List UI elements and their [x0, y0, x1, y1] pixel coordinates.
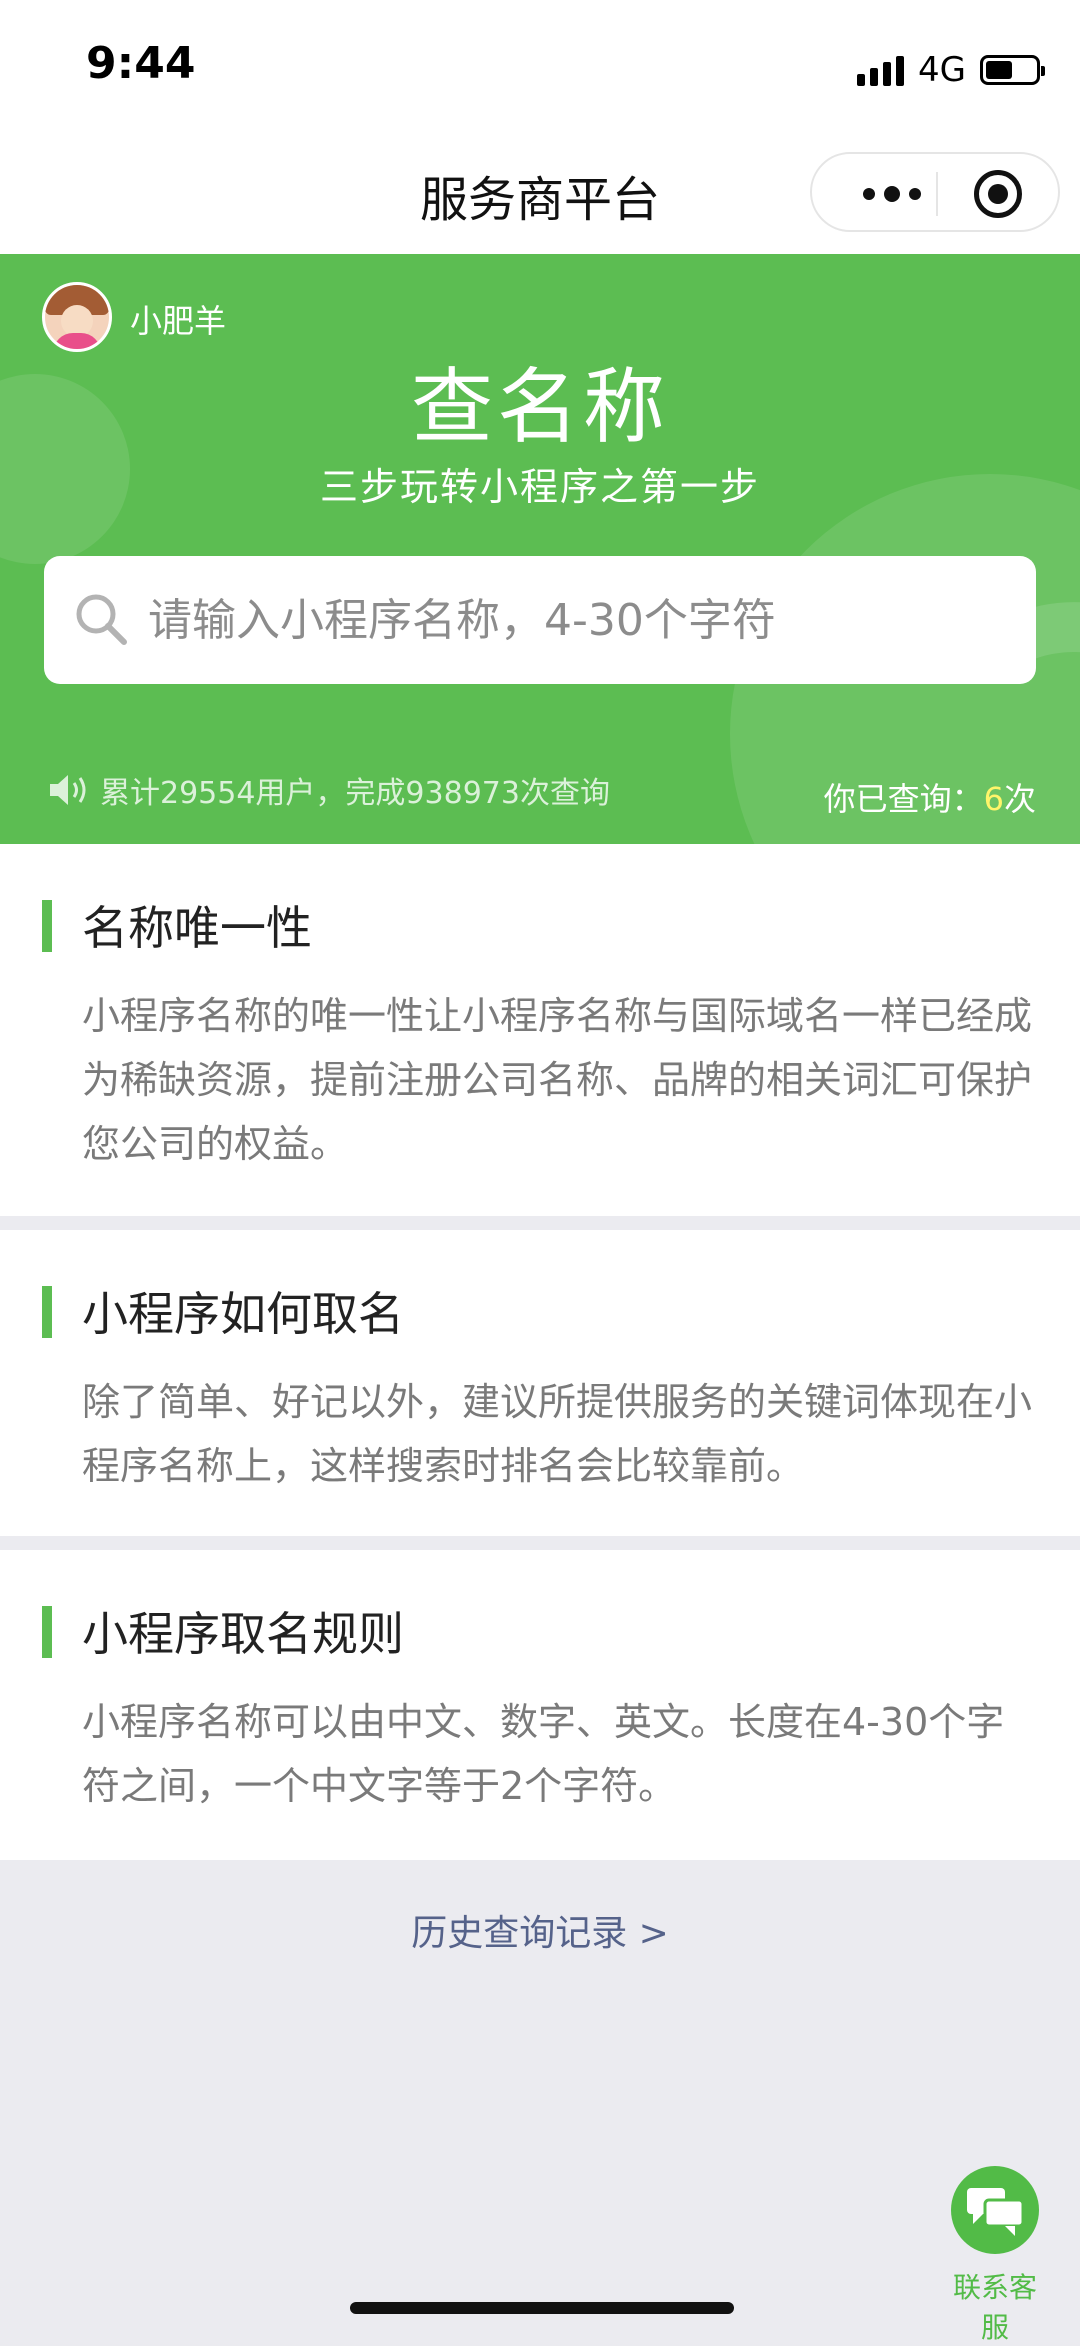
query-count-unit: 次	[1003, 780, 1036, 818]
section-body: 除了简单、好记以外，建议所提供服务的关键词体现在小程序名称上，这样搜索时排名会比…	[82, 1380, 1033, 1488]
customer-service-button[interactable]: 联系客服	[940, 2166, 1050, 2346]
section-title: 小程序取名规则	[82, 1607, 404, 1661]
nav-bar: 服务商平台	[0, 130, 1080, 254]
search-input[interactable]	[148, 582, 1008, 658]
username: 小肥羊	[130, 302, 227, 340]
status-bar: 9:44 4G	[0, 0, 1080, 130]
chat-icon	[951, 2166, 1039, 2254]
network-type: 4G	[918, 50, 966, 90]
battery-icon	[980, 55, 1045, 85]
customer-service-label: 联系客服	[952, 2271, 1037, 2344]
speaker-icon	[50, 775, 86, 805]
query-count: 你已查询：6次	[824, 774, 1036, 820]
section-title: 小程序如何取名	[82, 1287, 404, 1341]
section-title: 名称唯一性	[82, 901, 312, 955]
hero-title: 查名称	[410, 360, 669, 455]
home-indicator[interactable]	[350, 2302, 734, 2314]
hero-banner: 小肥羊 查名称 三步玩转小程序之第一步 累计29554用户，完成938973次查…	[0, 254, 1080, 844]
more-icon[interactable]	[842, 176, 942, 212]
close-miniprogram-icon[interactable]	[974, 170, 1022, 218]
history-link[interactable]: 历史查询记录 >	[0, 1904, 1080, 1956]
section-accent-bar	[42, 1286, 52, 1338]
section-name-uniqueness: 名称唯一性 小程序名称的唯一性让小程序名称与国际域名一样已经成为稀缺资源，提前注…	[0, 844, 1080, 1216]
section-body: 小程序名称可以由中文、数字、英文。长度在4-30个字符之间，一个中文字等于2个字…	[82, 1700, 1005, 1808]
query-count-label: 你已查询：	[823, 780, 984, 818]
section-naming-rules: 小程序取名规则 小程序名称可以由中文、数字、英文。长度在4-30个字符之间，一个…	[0, 1550, 1080, 1860]
miniprogram-capsule	[810, 152, 1060, 232]
stats-text: 累计29554用户，完成938973次查询	[100, 776, 610, 811]
usage-stats: 累计29554用户，完成938973次查询	[48, 768, 610, 812]
signal-icon	[857, 54, 905, 86]
section-accent-bar	[42, 1606, 52, 1658]
status-time: 9:44	[86, 38, 196, 89]
search-box[interactable]	[44, 556, 1036, 684]
section-how-to-name: 小程序如何取名 除了简单、好记以外，建议所提供服务的关键词体现在小程序名称上，这…	[0, 1230, 1080, 1536]
query-count-number: 6	[983, 780, 1004, 818]
capsule-divider	[936, 172, 938, 216]
section-accent-bar	[42, 900, 52, 952]
status-indicators: 4G	[857, 50, 1045, 90]
hero-subtitle: 三步玩转小程序之第一步	[319, 465, 760, 509]
section-body: 小程序名称的唯一性让小程序名称与国际域名一样已经成为稀缺资源，提前注册公司名称、…	[82, 994, 1033, 1166]
search-icon	[76, 594, 127, 645]
